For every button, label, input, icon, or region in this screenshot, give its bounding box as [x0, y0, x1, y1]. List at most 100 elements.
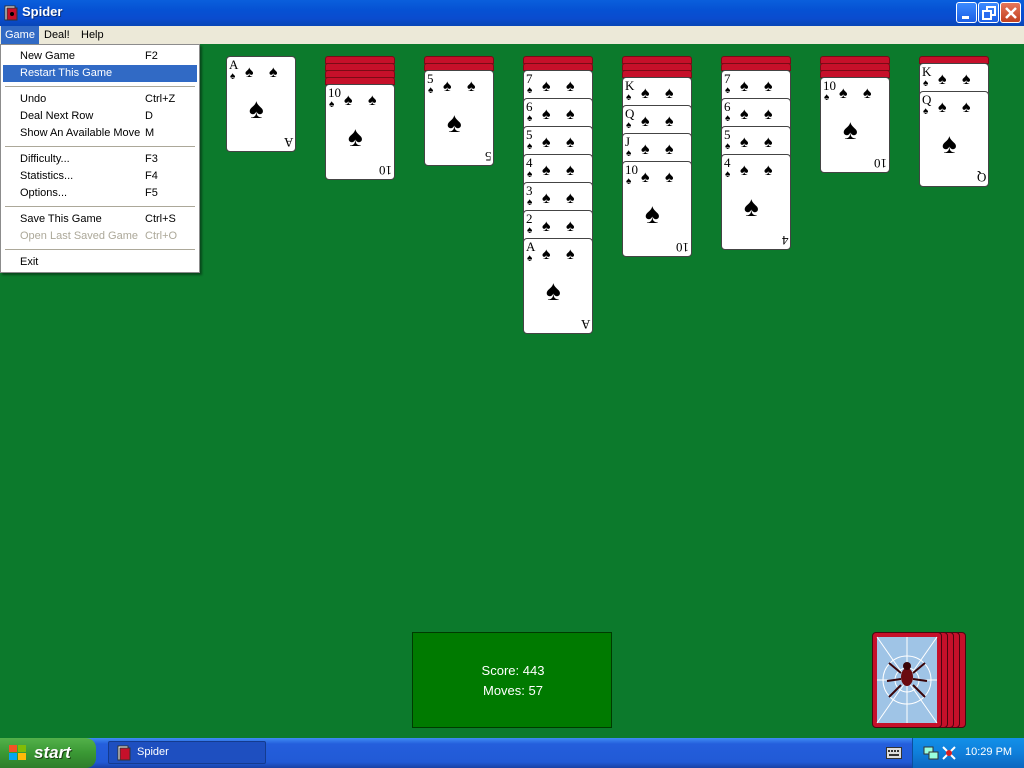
- close-icon: [1005, 7, 1017, 19]
- menu-deal-next-row[interactable]: Deal Next Row D: [3, 108, 197, 125]
- spade-icon: ♠: [542, 218, 551, 235]
- menu-item-label: Options...: [20, 187, 68, 199]
- maximize-button[interactable]: [978, 2, 999, 23]
- menu-restart-game[interactable]: Restart This Game: [3, 65, 197, 82]
- card-rank: 6: [724, 99, 731, 114]
- menu-item-label: Restart This Game: [20, 67, 113, 79]
- spade-icon: ♠: [764, 162, 773, 179]
- taskbar-spider-button[interactable]: Spider: [108, 741, 266, 764]
- spade-icon: ♠: [566, 106, 575, 123]
- menu-item-label: Save This Game: [20, 213, 102, 225]
- spade-icon: ♠: [626, 148, 632, 159]
- minimize-icon: [962, 16, 969, 19]
- minimize-button[interactable]: [956, 2, 977, 23]
- spade-icon: ♠: [740, 134, 749, 151]
- spade-icon: ♠: [740, 162, 749, 179]
- security-alert-icon[interactable]: [941, 745, 957, 761]
- spade-icon: ♠: [839, 85, 848, 102]
- playing-card[interactable]: 4 ♠ ♠ ♠ ♠ 4: [721, 154, 791, 250]
- menu-deal[interactable]: Deal!: [40, 26, 74, 44]
- spade-icon: ♠: [725, 113, 731, 124]
- playing-card[interactable]: A ♠ ♠ ♠ ♠ A: [523, 238, 593, 334]
- menu-help[interactable]: Help: [77, 26, 108, 44]
- spade-icon: ♠: [527, 141, 533, 152]
- menu-options[interactable]: Options... F5: [3, 185, 197, 202]
- taskbar-item-label: Spider: [137, 746, 169, 758]
- spider-web-icon: [876, 636, 938, 724]
- spade-icon: ♠: [269, 64, 278, 81]
- spade-icon: ♠: [527, 85, 533, 96]
- card-rank: 5: [526, 127, 533, 142]
- stock-card[interactable]: [872, 632, 942, 728]
- menu-item-shortcut: M: [145, 127, 155, 139]
- card-rank: 5: [724, 127, 731, 142]
- spade-icon: ♠: [641, 169, 650, 186]
- spade-icon: ♠: [368, 92, 377, 109]
- card-rank: K: [625, 78, 635, 93]
- title-bar[interactable]: Spider: [0, 0, 1024, 26]
- spade-icon: ♠: [938, 99, 947, 116]
- menu-item-shortcut: Ctrl+S: [145, 213, 176, 225]
- spade-icon: ♠: [527, 253, 533, 264]
- clock[interactable]: 10:29 PM: [965, 746, 1012, 758]
- spade-icon: ♠: [725, 169, 731, 180]
- spade-icon: ♠: [942, 128, 957, 159]
- spade-icon: ♠: [230, 71, 236, 82]
- playing-card[interactable]: 10 ♠ ♠ ♠ ♠ 10: [820, 77, 890, 173]
- card-rank: Q: [625, 106, 635, 121]
- card-rank: 10: [379, 163, 392, 178]
- spade-icon: ♠: [566, 218, 575, 235]
- card-rank: Q: [922, 92, 932, 107]
- spade-icon: ♠: [665, 169, 674, 186]
- spade-icon: ♠: [962, 99, 971, 116]
- spade-icon: ♠: [665, 113, 674, 130]
- spade-icon: ♠: [348, 121, 363, 152]
- spade-icon: ♠: [641, 85, 650, 102]
- spade-icon: ♠: [542, 246, 551, 263]
- start-label: start: [34, 743, 71, 762]
- spade-icon: ♠: [764, 106, 773, 123]
- card-rank: K: [922, 64, 932, 79]
- spade-icon: ♠: [764, 134, 773, 151]
- spade-icon: ♠: [542, 78, 551, 95]
- playing-card[interactable]: Q ♠ ♠ ♠ ♠ Q: [919, 91, 989, 187]
- card-rank: A: [283, 135, 293, 150]
- menu-item-label: Statistics...: [20, 170, 74, 182]
- menu-item-shortcut: F4: [145, 170, 158, 182]
- menu-item-label: Show An Available Move: [20, 127, 141, 139]
- spade-icon: ♠: [863, 85, 872, 102]
- menu-statistics[interactable]: Statistics... F4: [3, 168, 197, 185]
- card-rank: 5: [427, 71, 434, 86]
- menu-exit[interactable]: Exit: [3, 254, 197, 271]
- spade-icon: ♠: [665, 141, 674, 158]
- window-title: Spider: [22, 4, 63, 19]
- card-rank: 7: [526, 71, 533, 86]
- menu-separator: [5, 206, 195, 207]
- spade-icon: ♠: [443, 78, 452, 95]
- playing-card[interactable]: 5 ♠ ♠ ♠ ♠ 5: [424, 70, 494, 166]
- menu-new-game[interactable]: New Game F2: [3, 48, 197, 65]
- spade-icon: ♠: [467, 78, 476, 95]
- playing-card[interactable]: 10 ♠ ♠ ♠ ♠ 10: [622, 161, 692, 257]
- menu-difficulty[interactable]: Difficulty... F3: [3, 151, 197, 168]
- spade-icon: ♠: [626, 120, 632, 131]
- menu-show-move[interactable]: Show An Available Move M: [3, 125, 197, 142]
- close-button[interactable]: [1000, 2, 1021, 23]
- spade-icon: ♠: [344, 92, 353, 109]
- menu-game[interactable]: Game: [1, 26, 39, 44]
- spade-icon: ♠: [938, 71, 947, 88]
- moves-label: Moves:: [483, 683, 525, 698]
- spade-icon: ♠: [447, 107, 462, 138]
- start-button[interactable]: start: [0, 738, 96, 768]
- menu-save-game[interactable]: Save This Game Ctrl+S: [3, 211, 197, 228]
- keyboard-icon[interactable]: [886, 747, 902, 759]
- menu-undo[interactable]: Undo Ctrl+Z: [3, 91, 197, 108]
- spade-icon: ♠: [725, 85, 731, 96]
- restore-icon: [982, 6, 996, 20]
- card-rank: 4: [526, 155, 533, 170]
- menu-separator: [5, 146, 195, 147]
- network-icon[interactable]: [923, 745, 939, 761]
- playing-card[interactable]: 10 ♠ ♠ ♠ ♠ 10: [325, 84, 395, 180]
- playing-card[interactable]: A ♠ ♠ ♠ ♠ A: [226, 56, 296, 152]
- spade-icon: ♠: [641, 113, 650, 130]
